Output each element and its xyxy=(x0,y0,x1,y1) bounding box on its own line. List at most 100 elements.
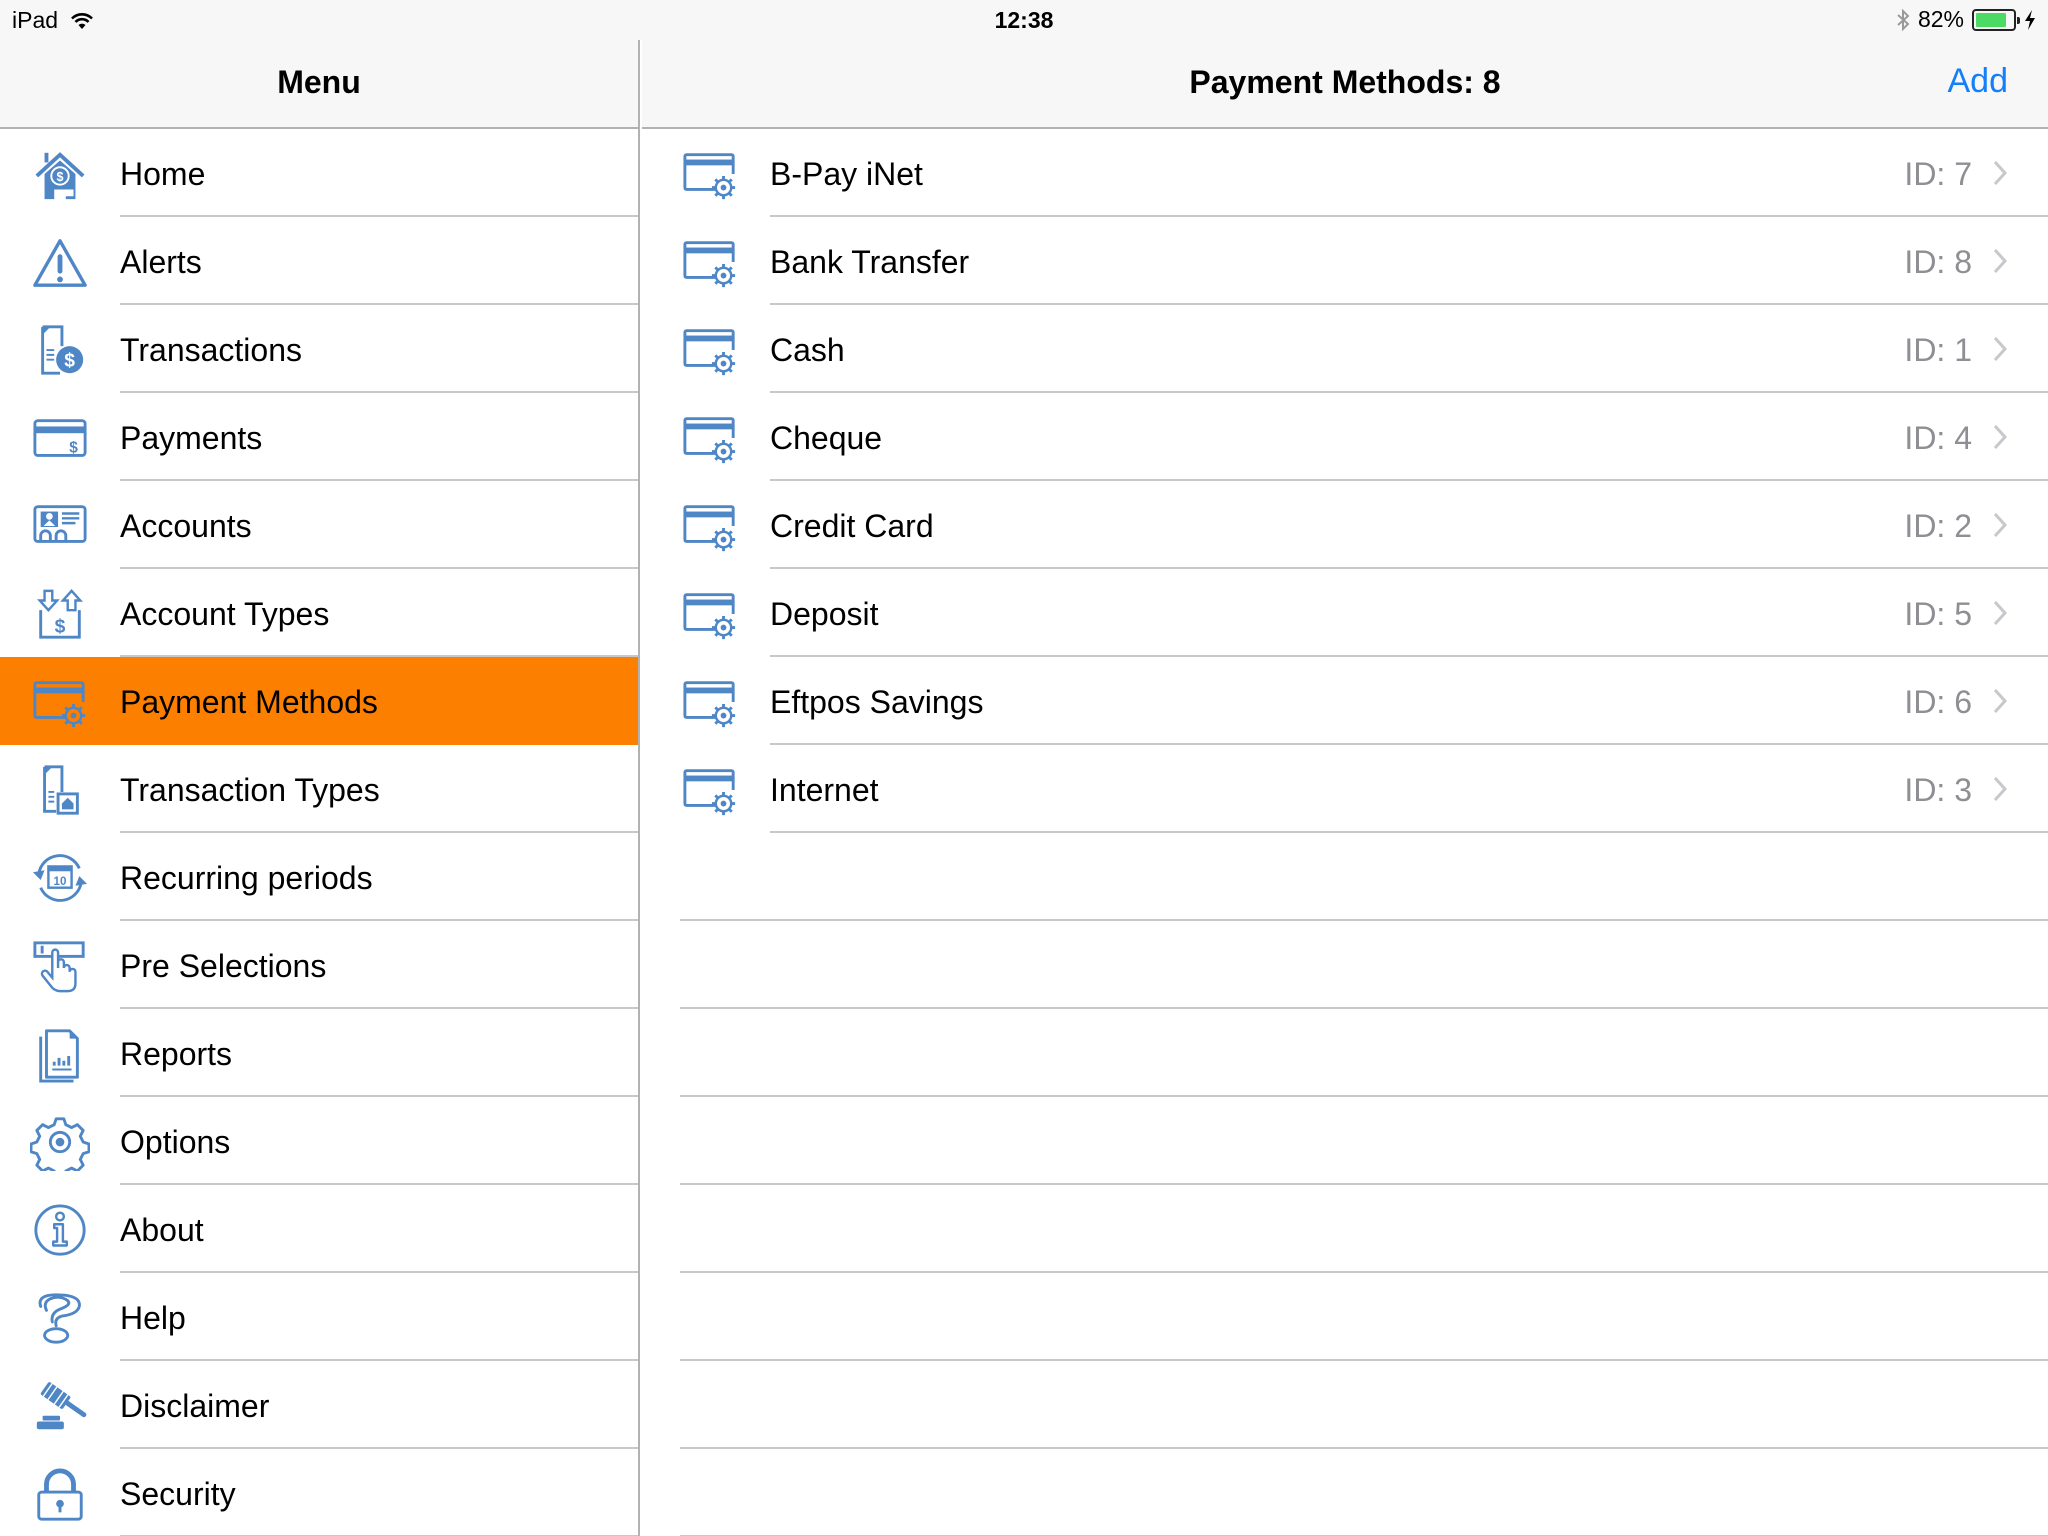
svg-text:$: $ xyxy=(69,440,78,457)
card-gear-icon xyxy=(33,681,86,728)
home-dollar-icon: $ xyxy=(35,152,85,200)
sidebar-item-label: Pre Selections xyxy=(120,948,327,984)
warning-triangle-icon xyxy=(33,239,87,287)
chevron-right-icon xyxy=(1993,776,2008,802)
sidebar-item-payments[interactable]: $ Payments xyxy=(0,393,638,481)
payment-method-id: ID: 5 xyxy=(1904,596,1972,632)
sidebar-item-security[interactable]: Security xyxy=(0,1449,638,1536)
chevron-right-icon xyxy=(1993,512,2008,538)
card-gear-icon xyxy=(683,593,736,640)
sidebar-item-label: Reports xyxy=(120,1036,233,1072)
sidebar-item-label: Options xyxy=(120,1124,231,1160)
card-dollar-icon: $ xyxy=(33,419,87,457)
svg-text:$: $ xyxy=(57,170,64,184)
chevron-right-icon xyxy=(1993,160,2008,186)
gear-icon xyxy=(30,1117,90,1171)
empty-row-separator xyxy=(642,1097,2048,1185)
padlock-icon xyxy=(37,1468,83,1521)
clock: 12:38 xyxy=(994,7,1054,33)
chevron-right-icon xyxy=(1993,688,2008,714)
sidebar-item-options[interactable]: Options xyxy=(0,1097,638,1185)
sidebar-item-label: Payments xyxy=(120,420,263,456)
sidebar-item-recurring-periods[interactable]: 10 Recurring periods xyxy=(0,833,638,921)
empty-row-separator xyxy=(642,833,2048,921)
svg-text:$: $ xyxy=(55,616,66,637)
payment-method-row[interactable]: B-Pay iNet ID: 7 xyxy=(642,129,2048,217)
sidebar: Menu $ Home Alerts $ Transactions $ Payments Ac… xyxy=(0,0,640,1536)
gavel-icon xyxy=(36,1382,87,1430)
sidebar-item-label: Security xyxy=(120,1476,236,1512)
sidebar-item-home[interactable]: $ Home xyxy=(0,129,638,217)
empty-row-separator xyxy=(642,1273,2048,1361)
empty-row-separator xyxy=(642,921,2048,1009)
card-gear-icon xyxy=(683,505,736,552)
card-gear-icon xyxy=(683,681,736,728)
sidebar-item-label: Payment Methods xyxy=(120,684,378,720)
payment-method-name: Internet xyxy=(770,772,879,808)
sidebar-item-accounts[interactable]: Accounts xyxy=(0,481,638,569)
battery-tip xyxy=(2017,16,2020,24)
arrows-dollar-box-icon: $ xyxy=(37,589,83,639)
sidebar-item-label: Alerts xyxy=(120,244,202,280)
bluetooth-icon xyxy=(1897,8,1910,31)
card-gear-icon xyxy=(683,153,736,200)
sidebar-item-account-types[interactable]: $ Account Types xyxy=(0,569,638,657)
sidebar-title: Menu xyxy=(277,64,361,100)
sidebar-item-pre-selections[interactable]: Pre Selections xyxy=(0,921,638,1009)
card-gear-icon xyxy=(683,769,736,816)
payment-method-name: Credit Card xyxy=(770,508,934,544)
empty-row-separator xyxy=(642,1009,2048,1097)
sidebar-item-payment-methods[interactable]: Payment Methods xyxy=(0,657,638,745)
chevron-right-icon xyxy=(1993,248,2008,274)
payment-method-name: Deposit xyxy=(770,596,879,632)
sidebar-item-label: Accounts xyxy=(120,508,252,544)
chevron-right-icon xyxy=(1993,336,2008,362)
question-mark-icon xyxy=(38,1293,81,1344)
add-button[interactable]: Add xyxy=(1948,62,2009,101)
empty-row-separator xyxy=(642,1361,2048,1449)
sidebar-item-label: Home xyxy=(120,156,206,192)
payment-method-row[interactable]: Eftpos Savings ID: 6 xyxy=(642,657,2048,745)
payment-method-name: Cheque xyxy=(770,420,883,456)
info-circle-icon xyxy=(34,1204,86,1256)
sidebar-item-label: About xyxy=(120,1212,204,1248)
battery-percent: 82% xyxy=(1917,6,1964,32)
payment-methods-list: B-Pay iNet ID: 7 Bank Transfer ID: 8 Cash ID:… xyxy=(642,129,2048,1536)
sidebar-item-label: Help xyxy=(120,1300,186,1336)
payment-method-row[interactable]: Deposit ID: 5 xyxy=(642,569,2048,657)
svg-text:$: $ xyxy=(64,350,75,371)
payment-method-row[interactable]: Credit Card ID: 2 xyxy=(642,481,2048,569)
chevron-right-icon xyxy=(1993,424,2008,450)
sidebar-item-reports[interactable]: Reports xyxy=(0,1009,638,1097)
hand-pointer-icon xyxy=(33,941,85,993)
sidebar-item-transactions[interactable]: $ Transactions xyxy=(0,305,638,393)
payment-method-id: ID: 1 xyxy=(1904,332,1972,368)
payment-method-row[interactable]: Internet ID: 3 xyxy=(642,745,2048,833)
sidebar-item-label: Disclaimer xyxy=(120,1388,270,1424)
payment-method-id: ID: 3 xyxy=(1904,772,1972,808)
payment-method-name: Cash xyxy=(770,332,845,368)
sidebar-item-transaction-types[interactable]: Transaction Types xyxy=(0,745,638,833)
sidebar-item-disclaimer[interactable]: Disclaimer xyxy=(0,1361,638,1449)
calendar-cycle-icon: 10 xyxy=(32,854,88,902)
payment-method-id: ID: 7 xyxy=(1904,156,1972,192)
sidebar-item-about[interactable]: About xyxy=(0,1185,638,1273)
sidebar-item-label: Transactions xyxy=(120,332,302,368)
payment-method-name: Eftpos Savings xyxy=(770,684,984,720)
sidebar-item-help[interactable]: Help xyxy=(0,1273,638,1361)
battery-level-fill xyxy=(1976,12,2006,27)
payment-method-row[interactable]: Cheque ID: 4 xyxy=(642,393,2048,481)
payment-method-name: Bank Transfer xyxy=(770,244,970,280)
chevron-right-icon xyxy=(1993,600,2008,626)
card-gear-icon xyxy=(683,329,736,376)
empty-row-separator xyxy=(642,1185,2048,1273)
sidebar-item-alerts[interactable]: Alerts xyxy=(0,217,638,305)
payment-method-row[interactable]: Cash ID: 1 xyxy=(642,305,2048,393)
payment-method-name: B-Pay iNet xyxy=(770,156,923,192)
page-title: Payment Methods: 8 xyxy=(1189,64,1501,100)
sidebar-item-label: Transaction Types xyxy=(120,772,380,808)
payment-method-row[interactable]: Bank Transfer ID: 8 xyxy=(642,217,2048,305)
sidebar-menu: $ Home Alerts $ Transactions $ Payments Account… xyxy=(0,129,638,1536)
card-gear-icon xyxy=(683,241,736,288)
payment-method-id: ID: 6 xyxy=(1904,684,1972,720)
